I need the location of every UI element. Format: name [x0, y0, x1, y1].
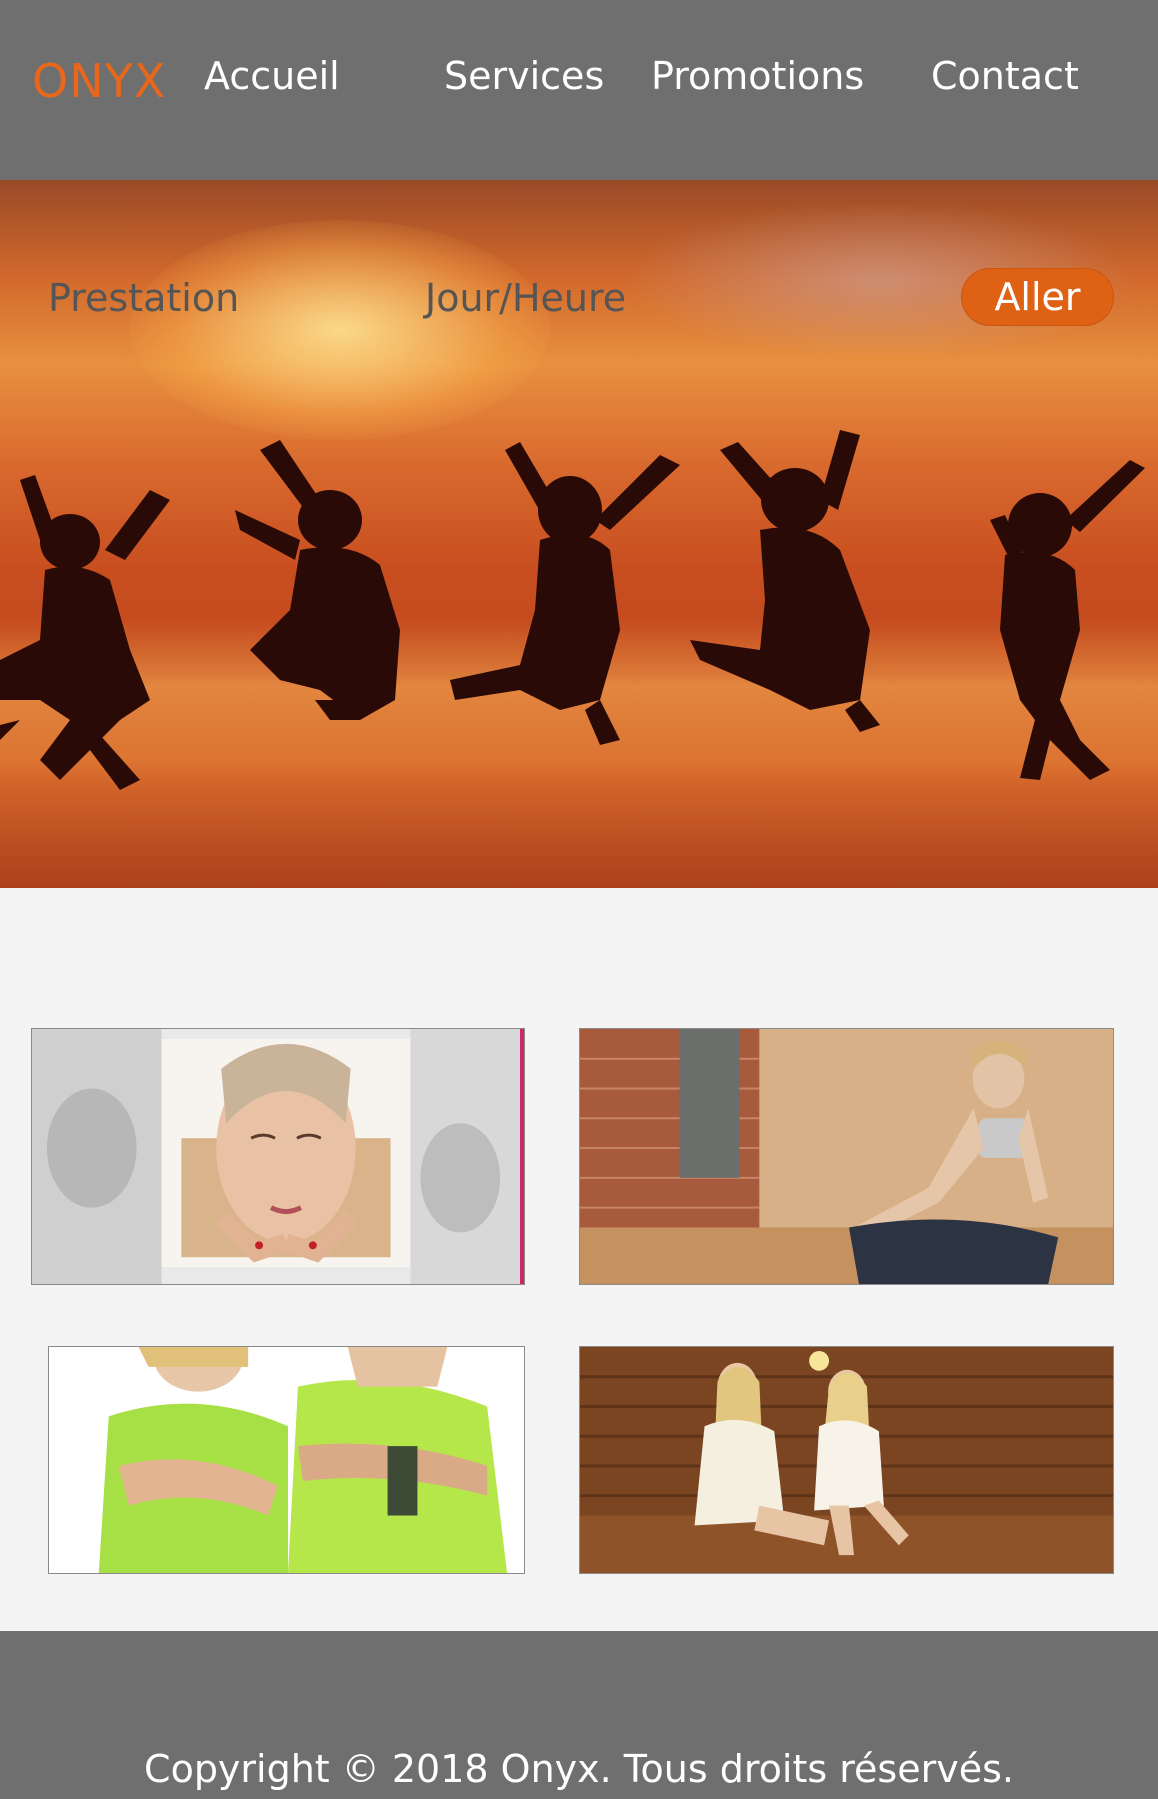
- nav-promotions-link[interactable]: Promotions: [651, 54, 864, 98]
- logo[interactable]: ONYX: [32, 54, 166, 108]
- gallery-image-fitness-couple[interactable]: [48, 1346, 525, 1574]
- site-footer: Copyright © 2018 Onyx. Tous droits réser…: [0, 1631, 1158, 1799]
- hero-banner: Prestation Jour/Heure Aller: [0, 180, 1158, 888]
- go-button[interactable]: Aller: [961, 268, 1114, 326]
- gallery-image-facial-massage[interactable]: [31, 1028, 525, 1285]
- datetime-field[interactable]: Jour/Heure: [425, 276, 626, 320]
- nav-services-link[interactable]: Services: [444, 54, 604, 98]
- meditation-image: [580, 1029, 1113, 1284]
- gallery-image-meditation[interactable]: [579, 1028, 1114, 1285]
- gallery-image-sauna[interactable]: [579, 1346, 1114, 1574]
- service-select-field[interactable]: Prestation: [48, 276, 239, 320]
- copyright-text: Copyright © 2018 Onyx. Tous droits réser…: [144, 1747, 1014, 1791]
- facial-massage-image: [32, 1029, 524, 1284]
- nav-contact-link[interactable]: Contact: [931, 54, 1079, 98]
- site-header: ONYX Accueil Services Promotions Contact: [0, 0, 1158, 180]
- sauna-image: [580, 1347, 1113, 1573]
- nav-home-link[interactable]: Accueil: [204, 54, 340, 98]
- fitness-couple-image: [49, 1347, 524, 1573]
